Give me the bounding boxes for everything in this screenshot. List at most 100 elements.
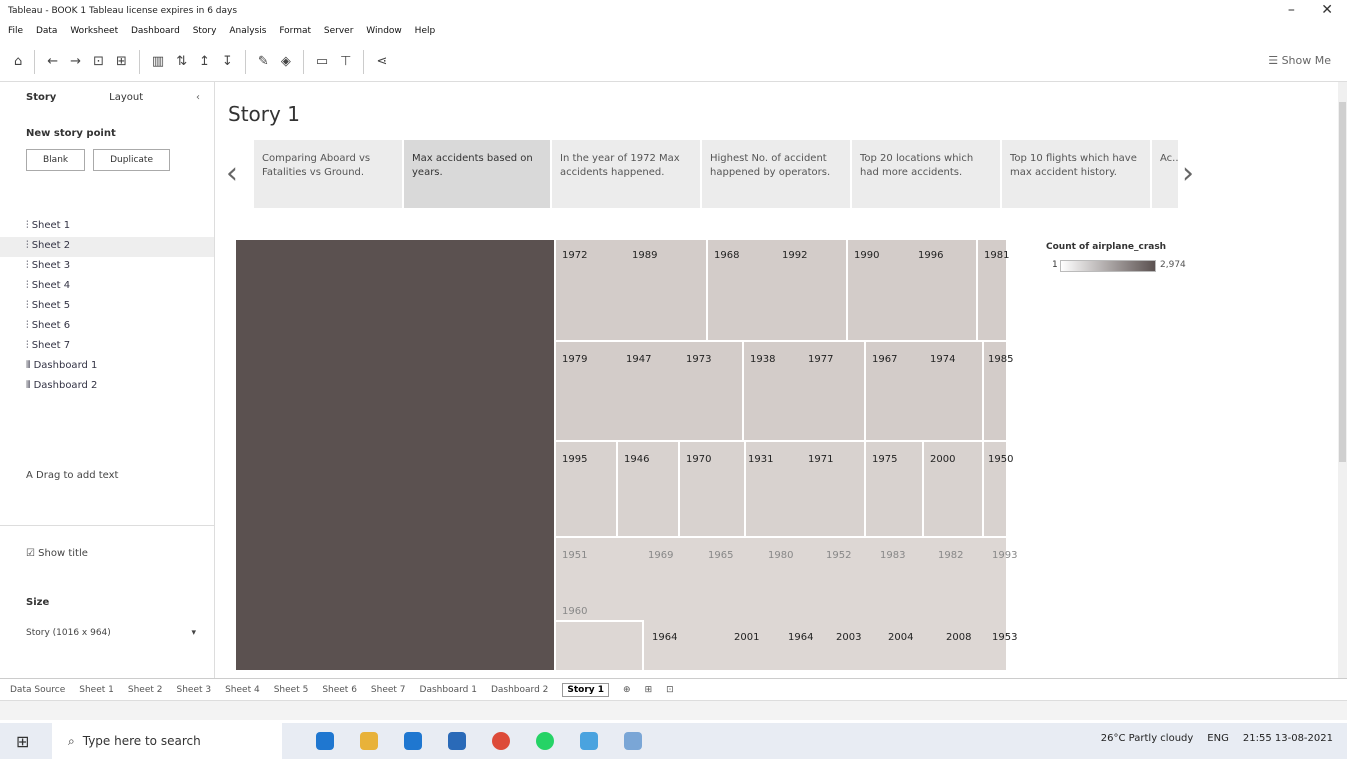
store-icon[interactable] [448, 732, 466, 750]
file-explorer-icon[interactable] [360, 732, 378, 750]
minimize-button[interactable]: – [1288, 2, 1295, 18]
sheet-item[interactable]: ⫶ Sheet 5 [0, 297, 214, 317]
new-story-point-label: New story point [26, 128, 116, 139]
treemap-label: 1938 [750, 354, 776, 365]
chevron-left-icon[interactable]: ‹ [226, 156, 238, 191]
tab-dashboard-2[interactable]: Dashboard 2 [491, 685, 548, 695]
drag-text-item[interactable]: A Drag to add text [26, 470, 118, 481]
treemap-large-block[interactable] [236, 240, 554, 670]
title-bar: Tableau - BOOK 1 Tableau license expires… [0, 0, 1347, 22]
story-point-1[interactable]: Comparing Aboard vs Fatalities vs Ground… [254, 140, 402, 208]
tab-sheet-1[interactable]: Sheet 1 [79, 685, 114, 695]
forward-icon[interactable]: → [70, 54, 81, 69]
story-point-3[interactable]: In the year of 1972 Max accidents happen… [552, 140, 700, 208]
treemap-label: 1992 [782, 250, 808, 261]
fix-axes-icon[interactable]: ⊤ [340, 54, 351, 69]
color-legend: Count of airplane_crash 1 2,974 [1046, 242, 1186, 272]
treemap-label: 1964 [652, 632, 678, 643]
window-title: Tableau - BOOK 1 Tableau license expires… [8, 6, 238, 16]
sheet-item[interactable]: ⫶ Sheet 6 [0, 317, 214, 337]
treemap-label: 1982 [938, 550, 964, 561]
new-story-icon[interactable]: ⊡ [666, 685, 674, 695]
sheet-item[interactable]: ⫶ Sheet 2 [0, 237, 214, 257]
whatsapp-icon[interactable] [536, 732, 554, 750]
tab-sheet-7[interactable]: Sheet 7 [371, 685, 406, 695]
sort-asc-icon[interactable]: ↥ [199, 54, 210, 69]
sheet-tab-bar: Data Source Sheet 1 Sheet 2 Sheet 3 Shee… [0, 678, 1347, 700]
new-datasource-icon[interactable]: ⊞ [116, 54, 127, 69]
tab-story-1[interactable]: Story 1 [562, 682, 610, 697]
chart-icon[interactable]: ▥ [152, 54, 164, 69]
tab-sheet-2[interactable]: Sheet 2 [128, 685, 163, 695]
home-icon[interactable]: ⌂ [14, 54, 22, 69]
sheet-list: ⫶ Sheet 1 ⫶ Sheet 2 ⫶ Sheet 3 ⫶ Sheet 4 … [0, 217, 214, 397]
fit-icon[interactable]: ▭ [316, 54, 328, 69]
show-me-button[interactable]: ☰ Show Me [1268, 54, 1331, 67]
menu-file[interactable]: File [8, 26, 23, 36]
story-point-4[interactable]: Highest No. of accident happened by oper… [702, 140, 850, 208]
share-icon[interactable]: ⋖ [376, 54, 387, 69]
status-bar [0, 700, 1347, 720]
sheet-item[interactable]: ⫶ Sheet 1 [0, 217, 214, 237]
tab-dashboard-1[interactable]: Dashboard 1 [420, 685, 477, 695]
sheet-item[interactable]: ⫶ Sheet 3 [0, 257, 214, 277]
tab-sheet-5[interactable]: Sheet 5 [274, 685, 309, 695]
dashboard-icon: ⦀ [26, 360, 34, 371]
scroll-thumb[interactable] [1339, 102, 1346, 462]
tab-sheet-6[interactable]: Sheet 6 [322, 685, 357, 695]
new-sheet-icon[interactable]: ⊕ [623, 685, 631, 695]
collapse-icon[interactable]: ‹ [196, 92, 200, 110]
mail-icon[interactable] [404, 732, 422, 750]
language[interactable]: ENG [1207, 733, 1229, 744]
menu-analysis[interactable]: Analysis [229, 26, 266, 36]
weather[interactable]: 26°C Partly cloudy [1101, 733, 1194, 744]
story-canvas: Story 1 ‹ Comparing Aboard vs Fatalities… [216, 90, 1216, 670]
back-icon[interactable]: ← [47, 54, 58, 69]
edge-icon[interactable] [316, 732, 334, 750]
tab-data-source[interactable]: Data Source [10, 685, 65, 695]
swap-icon[interactable]: ⇅ [176, 54, 187, 69]
story-point-5[interactable]: Top 20 locations which had more accident… [852, 140, 1000, 208]
sort-desc-icon[interactable]: ↧ [222, 54, 233, 69]
taskbar-search[interactable]: ⌕ Type here to search [52, 723, 282, 759]
group-icon[interactable]: ◈ [281, 54, 291, 69]
menu-server[interactable]: Server [324, 26, 354, 36]
tab-story[interactable]: Story [26, 92, 56, 110]
tab-sheet-4[interactable]: Sheet 4 [225, 685, 260, 695]
save-icon[interactable]: ⊡ [93, 54, 104, 69]
legend-max: 2,974 [1160, 260, 1186, 270]
tableau-icon[interactable] [624, 732, 642, 750]
story-point-6[interactable]: Top 10 flights which have max accident h… [1002, 140, 1150, 208]
vertical-scrollbar[interactable] [1338, 82, 1347, 678]
duplicate-button[interactable]: Duplicate [93, 149, 170, 171]
menu-data[interactable]: Data [36, 26, 58, 36]
menu-help[interactable]: Help [415, 26, 436, 36]
menu-story[interactable]: Story [193, 26, 217, 36]
dashboard-item[interactable]: ⦀ Dashboard 1 [0, 357, 214, 377]
system-tray: 26°C Partly cloudy ENG 21:55 13-08-2021 [1101, 733, 1333, 744]
story-point-2[interactable]: Max accidents based on years. [404, 140, 550, 208]
clock[interactable]: 21:55 13-08-2021 [1243, 733, 1333, 744]
tab-layout[interactable]: Layout [109, 92, 143, 110]
sheet-item[interactable]: ⫶ Sheet 4 [0, 277, 214, 297]
menu-worksheet[interactable]: Worksheet [70, 26, 118, 36]
menu-format[interactable]: Format [279, 26, 311, 36]
start-icon[interactable]: ⊞ [16, 732, 29, 751]
dashboard-item[interactable]: ⦀ Dashboard 2 [0, 377, 214, 397]
close-button[interactable]: ✕ [1321, 2, 1333, 18]
show-title-checkbox[interactable]: ☑ Show title [0, 525, 214, 559]
size-select[interactable]: Story (1016 x 964) ▾ [26, 628, 196, 638]
chrome-icon[interactable] [492, 732, 510, 750]
menu-dashboard[interactable]: Dashboard [131, 26, 180, 36]
highlight-icon[interactable]: ✎ [258, 54, 269, 69]
menu-window[interactable]: Window [366, 26, 402, 36]
photos-icon[interactable] [580, 732, 598, 750]
story-point-7[interactable]: Ac... [1152, 140, 1178, 208]
treemap-label: 1981 [984, 250, 1010, 261]
sheet-item[interactable]: ⫶ Sheet 7 [0, 337, 214, 357]
legend-min: 1 [1052, 260, 1058, 270]
tab-sheet-3[interactable]: Sheet 3 [176, 685, 211, 695]
blank-button[interactable]: Blank [26, 149, 86, 171]
chevron-right-icon[interactable]: › [1182, 156, 1194, 191]
new-dashboard-icon[interactable]: ⊞ [645, 685, 653, 695]
